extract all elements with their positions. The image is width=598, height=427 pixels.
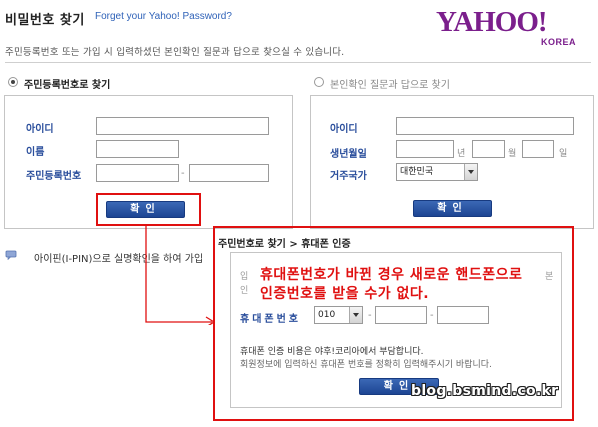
name-label: 이름 [26, 147, 45, 158]
page-title: 비밀번호 찾기 [5, 13, 85, 28]
confirm-highlight-box [96, 193, 201, 226]
ssn-front-input[interactable] [96, 164, 179, 182]
birth-label: 생년월일 [330, 149, 367, 160]
page-subtitle: Forget your Yahoo! Password? [95, 11, 232, 22]
logo-korea: KOREA [541, 37, 577, 47]
blog-watermark: blog.bsmind.co.kr [411, 383, 559, 399]
yahoo-korea-logo: YAHOO! KOREA [436, 6, 586, 47]
country-select[interactable]: 대한민국 [396, 163, 478, 181]
month-unit: 월 [508, 149, 517, 159]
header-divider [5, 62, 591, 63]
birth-month-input[interactable] [472, 140, 505, 158]
birth-year-input[interactable] [396, 140, 454, 158]
country-value: 대한민국 [400, 167, 434, 177]
q-id-input[interactable] [396, 117, 574, 135]
id-input[interactable] [96, 117, 269, 135]
radio-ssn-option[interactable] [8, 77, 18, 87]
logo-wordmark: YAHOO! [436, 6, 548, 38]
question-option-label[interactable]: 본인확인 질문과 답으로 찾기 [330, 76, 450, 91]
ssn-option-label[interactable]: 주민등록번호로 찾기 [24, 76, 110, 91]
ssn-back-input[interactable] [189, 164, 269, 182]
ssn-label: 주민등록번호 [26, 171, 82, 182]
intro-text: 주민등록번호 또는 가입 시 입력하셨던 본인확인 질문과 답으로 찾으실 수 … [5, 47, 345, 58]
q-id-label: 아이디 [330, 124, 358, 135]
speech-bubble-icon [5, 250, 17, 260]
question-confirm-button[interactable]: 확인 [413, 200, 492, 217]
ssn-dash: - [181, 168, 185, 179]
day-unit: 일 [559, 149, 568, 159]
chevron-down-icon[interactable] [464, 164, 477, 180]
id-label: 아이디 [26, 124, 54, 135]
year-unit: 년 [457, 149, 466, 159]
birth-day-input[interactable] [522, 140, 554, 158]
radio-question-option[interactable] [314, 77, 324, 87]
country-label: 거주국가 [330, 171, 367, 182]
annotation-arrow [145, 225, 216, 325]
name-input[interactable] [96, 140, 179, 158]
